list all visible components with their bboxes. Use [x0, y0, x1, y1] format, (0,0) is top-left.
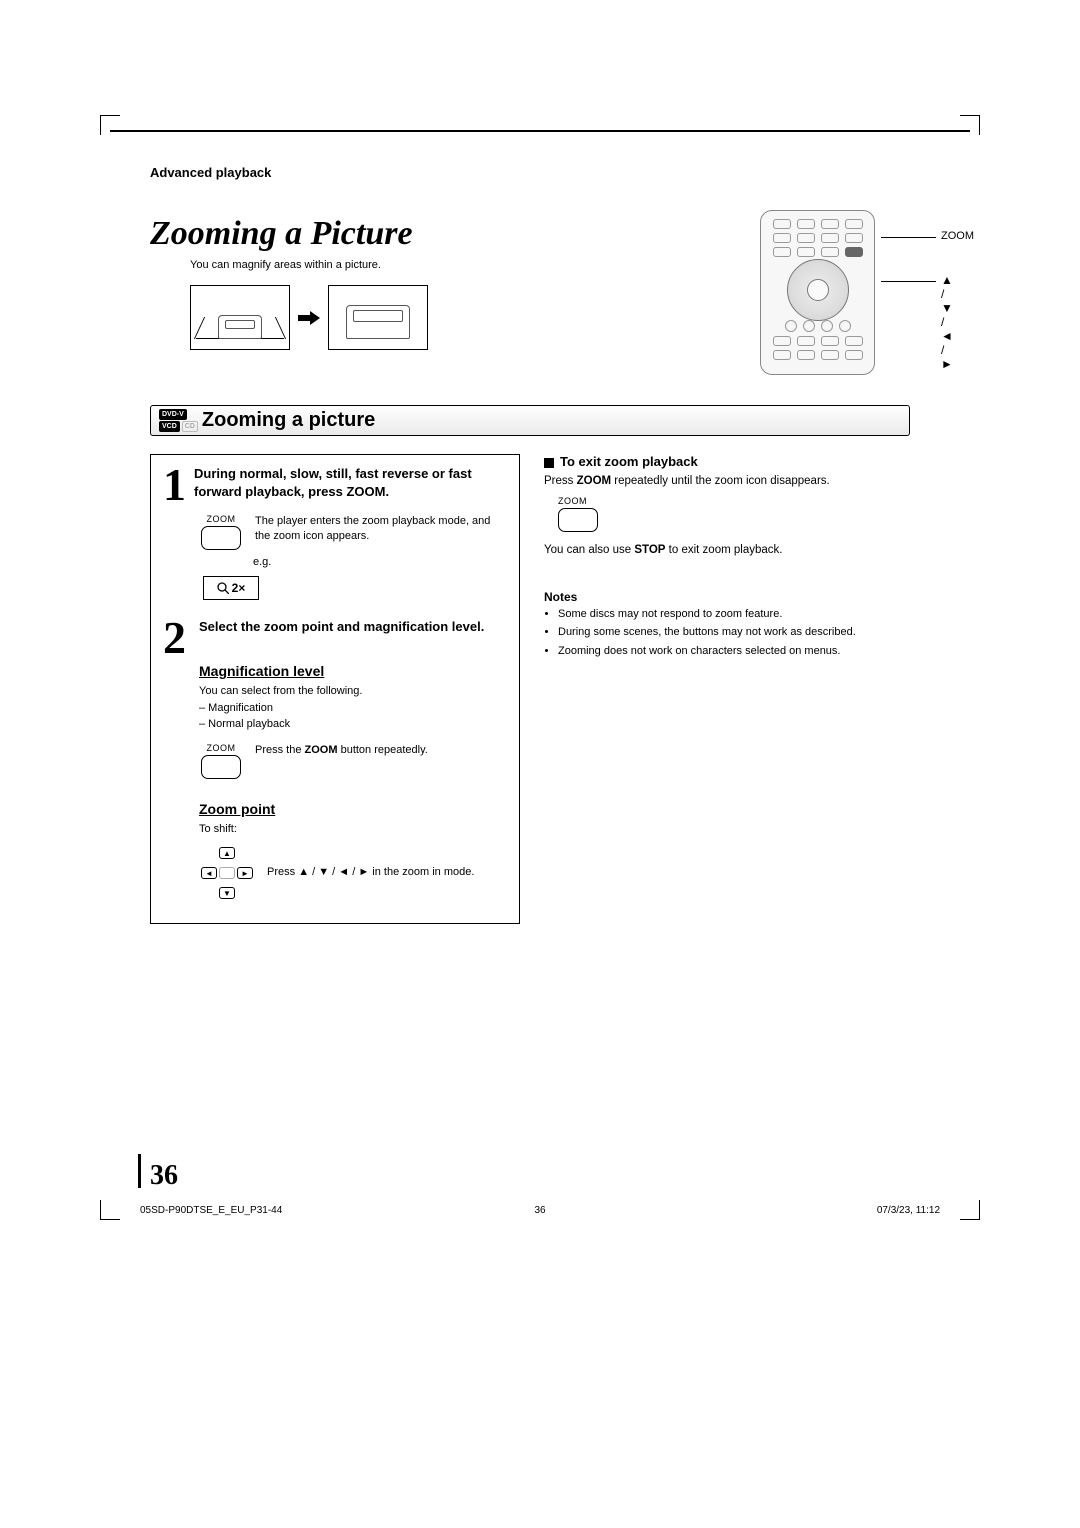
magnification-heading: Magnification level	[199, 663, 507, 679]
notes-heading: Notes	[544, 590, 906, 604]
right-panel: To exit zoom playback Press ZOOM repeate…	[536, 454, 910, 924]
note-item: Some discs may not respond to zoom featu…	[558, 606, 906, 623]
step-2-heading: Select the zoom point and magnification …	[199, 618, 484, 657]
remote-diagram: ZOOM ▲ / ▼ / ◄ / ►	[760, 210, 875, 375]
direction-pad-icon: ▲ ◄ ► ▼	[201, 847, 253, 899]
step-2-number: 2	[163, 618, 191, 657]
car-after	[328, 285, 428, 350]
arrow-right-icon	[298, 311, 320, 325]
format-badges: DVD-V VCD CD	[159, 409, 198, 432]
step-1-number: 1	[163, 465, 186, 504]
breadcrumb: Advanced playback	[150, 165, 910, 180]
car-before	[190, 285, 290, 350]
remote-zoom-label: ZOOM	[941, 230, 974, 242]
example-label: e.g.	[253, 556, 507, 568]
crop-mark	[100, 115, 120, 135]
exit-heading: To exit zoom playback	[544, 454, 906, 469]
crop-mark	[100, 1200, 120, 1220]
badge-vcd: VCD	[159, 421, 180, 432]
notes-list: Some discs may not respond to zoom featu…	[544, 606, 906, 660]
exit-body-2: You can also use STOP to exit zoom playb…	[544, 542, 906, 559]
badge-dvdv: DVD-V	[159, 409, 187, 420]
footer-right: 07/3/23, 11:12	[673, 1205, 940, 1216]
zoom-button-icon	[558, 508, 598, 532]
zoom-button-label: ZOOM	[207, 514, 236, 524]
page-content: Advanced playback Zooming a Picture You …	[150, 165, 910, 924]
top-rule	[110, 130, 970, 132]
mag-body-2: – Magnification	[199, 700, 507, 717]
zoom-button-label-2: ZOOM	[207, 743, 236, 753]
footer-left: 05SD-P90DTSE_E_EU_P31-44	[140, 1205, 407, 1216]
exit-body-1: Press ZOOM repeatedly until the zoom ico…	[544, 473, 906, 490]
zoom-point-heading: Zoom point	[199, 801, 507, 817]
step-1-body: The player enters the zoom playback mode…	[255, 514, 507, 550]
steps-panel: 1 During normal, slow, still, fast rever…	[150, 454, 520, 924]
hero: Zooming a Picture You can magnify areas …	[150, 215, 910, 375]
crop-mark	[960, 1200, 980, 1220]
footer-center: 36	[407, 1205, 674, 1216]
zoom-button-icon	[201, 526, 241, 550]
zoom-button-icon	[201, 755, 241, 779]
magnifier-icon	[217, 582, 229, 594]
note-item: During some scenes, the buttons may not …	[558, 624, 906, 641]
zoom-indicator-text: 2×	[232, 581, 246, 595]
zoom-point-body: To shift:	[199, 821, 507, 838]
zoom-repeat-text: Press the ZOOM button repeatedly.	[255, 743, 428, 779]
square-bullet-icon	[544, 458, 554, 468]
section-bar: DVD-V VCD CD Zooming a picture	[150, 405, 910, 436]
badge-cd: CD	[182, 421, 198, 432]
crop-mark	[960, 115, 980, 135]
note-item: Zooming does not work on characters sele…	[558, 643, 906, 660]
mag-body-3: – Normal playback	[199, 716, 507, 733]
step-1-heading: During normal, slow, still, fast reverse…	[194, 465, 507, 504]
section-title: Zooming a picture	[202, 409, 375, 432]
mag-body-1: You can select from the following.	[199, 683, 507, 700]
page-number: 36	[150, 1160, 178, 1192]
zoom-point-press: Press ▲ / ▼ / ◄ / ► in the zoom in mode.	[267, 865, 474, 880]
zoom-indicator: 2×	[203, 576, 259, 600]
page-number-bar	[138, 1154, 141, 1188]
footer: 05SD-P90DTSE_E_EU_P31-44 36 07/3/23, 11:…	[140, 1205, 940, 1216]
zoom-button-label-3: ZOOM	[558, 496, 587, 506]
remote-direction-label: ▲ / ▼ / ◄ / ►	[941, 273, 953, 371]
